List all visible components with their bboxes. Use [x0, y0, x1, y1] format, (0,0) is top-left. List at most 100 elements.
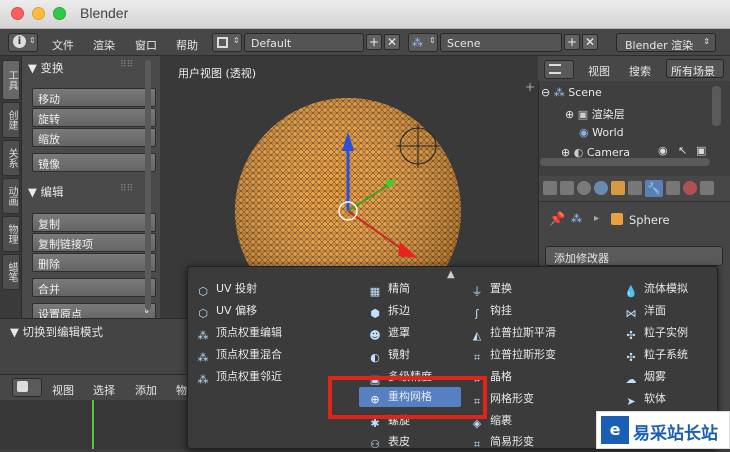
menu-item-particle-system[interactable]: ✣ 粒子系统: [624, 346, 688, 364]
scene-field[interactable]: Scene: [440, 33, 562, 52]
menu-item-soft-body[interactable]: ➤ 软体: [624, 390, 666, 408]
layers-tab-icon[interactable]: [560, 181, 574, 195]
tab-relations[interactable]: 关系: [2, 140, 20, 176]
cursor-select-icon[interactable]: ↖: [678, 144, 687, 157]
timeline-area[interactable]: [0, 400, 187, 449]
menu-item-fluid-sim[interactable]: 💧 流体模拟: [624, 280, 688, 298]
menu-item-hook[interactable]: ʃ 钩挂: [470, 302, 512, 320]
menu-select[interactable]: 选择: [93, 382, 115, 398]
join-button[interactable]: 合并: [32, 278, 156, 297]
menu-item-vertex-weight-edit[interactable]: ⁂ 顶点权重编辑: [196, 324, 283, 342]
outliner-view-menu[interactable]: 视图: [588, 63, 610, 79]
add-modifier-dropdown[interactable]: 添加修改器: [545, 246, 723, 266]
drag-handle-icon[interactable]: ⠿⠿: [120, 60, 133, 70]
scrollbar[interactable]: [145, 60, 151, 310]
scene-tab-icon[interactable]: [577, 181, 591, 195]
layout-picker-button[interactable]: ⇕: [212, 33, 242, 52]
maximize-window-button[interactable]: [53, 7, 66, 20]
menu-item-displace[interactable]: ⏚ 置换: [470, 280, 513, 298]
remove-layout-icon[interactable]: ✕: [384, 34, 400, 50]
menu-help[interactable]: 帮助: [176, 37, 198, 53]
menu-item-mask[interactable]: ☻ 遮罩: [368, 324, 410, 342]
operator-label[interactable]: ▼ 切换到编辑模式: [10, 324, 103, 340]
menu-item-vertex-weight-mix[interactable]: ⁂ 顶点权重混合: [196, 346, 283, 364]
edit-panel-header[interactable]: ▼ 编辑: [28, 184, 64, 200]
menu-item-simple-deform[interactable]: ⌗ 简易形变: [470, 433, 534, 451]
menu-item-laplacian-smooth[interactable]: ◭ 拉普拉斯平滑: [470, 324, 556, 342]
render-camera-icon[interactable]: ▣: [696, 144, 706, 157]
wrench-icon[interactable]: 🔧: [645, 180, 663, 197]
close-window-button[interactable]: [11, 7, 24, 20]
minimize-window-button[interactable]: [32, 7, 45, 20]
outliner-search-menu[interactable]: 搜索: [629, 63, 651, 79]
mirror-button[interactable]: 镜像: [32, 153, 156, 172]
vertex-weight-icon: ⁂: [197, 351, 209, 364]
outliner-hscrollbar[interactable]: [540, 158, 710, 166]
duplicate-linked-button[interactable]: 复制链接项: [32, 233, 156, 252]
world-tab-icon[interactable]: [594, 181, 608, 195]
outliner-scope-select[interactable]: 所有场景: [666, 59, 724, 78]
menu-file[interactable]: 文件: [52, 37, 74, 53]
tab-animation[interactable]: 动画: [2, 178, 20, 214]
tree-item-renderlayers[interactable]: ⊕ ▣ 渲染层: [565, 106, 625, 122]
menu-item-mirror[interactable]: ◐ 镜射: [368, 346, 410, 364]
visibility-eye-icon[interactable]: ◉: [658, 144, 668, 157]
menu-item-uv-warp[interactable]: ⬡ UV 偏移: [196, 302, 257, 320]
move-button[interactable]: 移动: [32, 88, 156, 107]
add-layout-icon[interactable]: +: [366, 34, 382, 50]
expand-icon[interactable]: ⊕: [565, 108, 574, 121]
menu-item-ocean[interactable]: ⋈ 洋面: [624, 302, 667, 320]
menu-item-decimate[interactable]: ▦ 精简: [368, 280, 410, 298]
editor-type-button[interactable]: [12, 378, 42, 397]
tab-physics[interactable]: 物理: [2, 216, 20, 252]
outliner-scrollbar[interactable]: [712, 86, 721, 126]
tab-tools[interactable]: 工具: [2, 60, 20, 100]
menu-item-smoke[interactable]: ☁ 烟雾: [624, 368, 667, 386]
editor-type-button[interactable]: i ⇕: [8, 33, 38, 52]
chevron-updown-icon: ⇕: [703, 37, 710, 46]
current-frame-line[interactable]: [92, 400, 94, 449]
scene-picker-button[interactable]: ⁂ ⇕: [408, 33, 438, 52]
displace-icon: ⏚: [471, 285, 483, 298]
drag-handle-icon[interactable]: ⠿⠿: [120, 184, 133, 194]
properties-tabs: 🔧: [539, 176, 730, 202]
remove-scene-icon[interactable]: ✕: [582, 34, 598, 50]
pin-icon[interactable]: 📌: [549, 212, 565, 227]
menu-object[interactable]: 物: [176, 382, 187, 398]
menu-render[interactable]: 渲染: [93, 37, 115, 53]
menu-item-vertex-weight-proximity[interactable]: ⁂ 顶点权重邻近: [196, 368, 283, 386]
menu-item-skin[interactable]: ⚇ 表皮: [368, 433, 410, 451]
add-scene-icon[interactable]: +: [564, 34, 580, 50]
render-engine-select[interactable]: Blender 渲染 ⇕: [616, 33, 716, 52]
material-tab-icon[interactable]: [683, 181, 697, 195]
scale-button[interactable]: 缩放: [32, 128, 156, 147]
duplicate-button[interactable]: 复制: [32, 213, 156, 232]
menu-view[interactable]: 视图: [52, 382, 74, 398]
tree-item-scene[interactable]: ⊖ ⁂ Scene: [541, 86, 602, 99]
object-tab-icon[interactable]: [611, 181, 625, 195]
menu-item-label: 镜射: [388, 348, 410, 361]
tree-item-world[interactable]: ◉ World: [579, 126, 624, 139]
constraints-tab-icon[interactable]: [628, 181, 642, 195]
collapse-icon[interactable]: ⊖: [541, 86, 550, 99]
menu-item-laplacian-deform[interactable]: ⌗ 拉普拉斯形变: [470, 346, 556, 364]
data-tab-icon[interactable]: [666, 181, 680, 195]
render-tab-icon[interactable]: [543, 181, 557, 195]
menu-item-uv-project[interactable]: ⬡ UV 投射: [196, 280, 257, 298]
tab-grease-pencil[interactable]: 蜡笔: [2, 254, 20, 290]
menu-item-edge-split[interactable]: ⬢ 拆边: [368, 302, 410, 320]
texture-tab-icon[interactable]: [700, 181, 714, 195]
tab-create[interactable]: 创建: [2, 102, 20, 138]
rotate-button[interactable]: 旋转: [32, 108, 156, 127]
menu-item-particle-instance[interactable]: ✣ 粒子实例: [624, 324, 688, 342]
menu-add[interactable]: 添加: [135, 382, 157, 398]
transform-panel-header[interactable]: ▼ 变换: [28, 60, 64, 76]
delete-button[interactable]: 删除: [32, 253, 156, 272]
expand-icon[interactable]: +: [525, 80, 535, 94]
layout-field[interactable]: Default: [244, 33, 364, 52]
vertex-weight-icon: ⁂: [197, 373, 209, 386]
smoke-icon: ☁: [625, 373, 637, 386]
uv-project-icon: ⬡: [198, 285, 208, 298]
menu-window[interactable]: 窗口: [135, 37, 157, 53]
editor-type-button[interactable]: [544, 60, 574, 79]
